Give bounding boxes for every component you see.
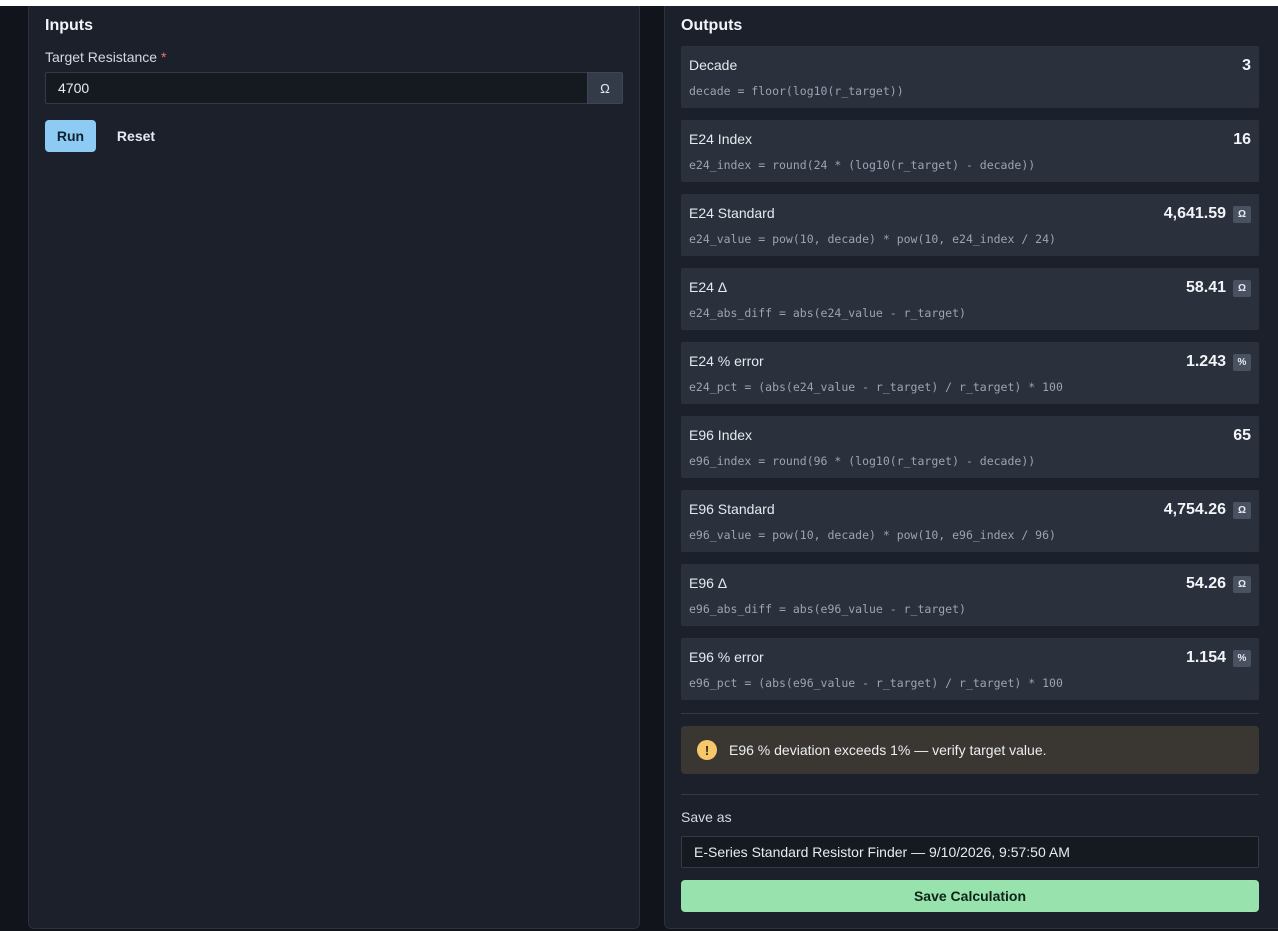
run-button[interactable]: Run <box>45 120 96 152</box>
output-value-group: 16 <box>1233 131 1251 149</box>
output-formula: e24_index = round(24 * (log10(r_target) … <box>689 158 1036 172</box>
output-value: 16 <box>1233 131 1251 148</box>
output-value: 3 <box>1242 57 1251 74</box>
output-e24-index: E24 Index 16 e24_index = round(24 * (log… <box>681 120 1259 182</box>
output-e24-standard: E24 Standard 4,641.59 Ω e24_value = pow(… <box>681 194 1259 256</box>
output-value-group: 1.154 % <box>1186 649 1251 667</box>
output-value-group: 58.41 Ω <box>1186 279 1251 297</box>
target-resistance-input[interactable] <box>45 72 587 104</box>
unit-badge: Ω <box>1233 575 1251 593</box>
output-label: E24 Index <box>689 131 753 147</box>
output-value: 65 <box>1233 427 1251 444</box>
unit-badge: % <box>1233 649 1251 667</box>
output-formula: e24_abs_diff = abs(e24_value - r_target) <box>689 306 966 320</box>
output-value: 1.154 <box>1185 649 1226 666</box>
output-value: 4,641.59 <box>1163 205 1226 222</box>
save-as-label: Save as <box>681 809 732 825</box>
output-e24-percent-error: E24 % error 1.243 % e24_pct = (abs(e24_v… <box>681 342 1259 404</box>
output-decade: Decade 3 decade = floor(log10(r_target)) <box>681 46 1259 108</box>
output-label: E24 Standard <box>689 205 775 221</box>
output-value-group: 54.26 Ω <box>1186 575 1251 593</box>
save-calculation-button[interactable]: Save Calculation <box>681 880 1259 912</box>
output-value: 4,754.26 <box>1163 501 1226 518</box>
ohm-unit-addon: Ω <box>587 72 623 104</box>
output-label: Decade <box>689 57 738 73</box>
warning-banner: ! E96 % deviation exceeds 1% — verify ta… <box>681 726 1259 774</box>
warning-icon: ! <box>697 740 717 760</box>
output-label: E96 % error <box>689 649 764 665</box>
output-formula: e24_value = pow(10, decade) * pow(10, e2… <box>689 232 1056 246</box>
output-value-group: 4,754.26 Ω <box>1164 501 1251 519</box>
output-value: 58.41 <box>1185 279 1226 296</box>
output-label: E96 Standard <box>689 501 775 517</box>
output-formula: e24_pct = (abs(e24_value - r_target) / r… <box>689 380 1063 394</box>
output-label: E96 Δ <box>689 575 728 591</box>
output-label: E24 % error <box>689 353 764 369</box>
divider <box>681 794 1259 795</box>
output-e24-delta: E24 Δ 58.41 Ω e24_abs_diff = abs(e24_val… <box>681 268 1259 330</box>
output-value-group: 4,641.59 Ω <box>1164 205 1251 223</box>
outputs-title: Outputs <box>681 17 743 34</box>
output-formula: e96_pct = (abs(e96_value - r_target) / r… <box>689 676 1063 690</box>
unit-badge: Ω <box>1233 205 1251 223</box>
unit-badge: % <box>1233 353 1251 371</box>
output-value-group: 1.243 % <box>1186 353 1251 371</box>
output-label: E24 Δ <box>689 279 728 295</box>
warning-text: E96 % deviation exceeds 1% — verify targ… <box>729 742 1047 758</box>
output-list: Decade 3 decade = floor(log10(r_target))… <box>681 46 1259 712</box>
output-label: E96 Index <box>689 427 753 443</box>
output-formula: e96_index = round(96 * (log10(r_target) … <box>689 454 1036 468</box>
output-e96-percent-error: E96 % error 1.154 % e96_pct = (abs(e96_v… <box>681 638 1259 700</box>
output-value: 1.243 <box>1185 353 1226 370</box>
output-value: 54.26 <box>1185 575 1226 592</box>
save-as-input[interactable] <box>681 836 1259 868</box>
reset-button[interactable]: Reset <box>108 120 164 152</box>
output-formula: e96_value = pow(10, decade) * pow(10, e9… <box>689 528 1056 542</box>
output-formula: e96_abs_diff = abs(e96_value - r_target) <box>689 602 966 616</box>
output-value-group: 65 <box>1233 427 1251 445</box>
output-e96-index: E96 Index 65 e96_index = round(96 * (log… <box>681 416 1259 478</box>
target-resistance-label-text: Target Resistance <box>45 49 158 65</box>
output-e96-standard: E96 Standard 4,754.26 Ω e96_value = pow(… <box>681 490 1259 552</box>
divider <box>681 713 1259 714</box>
output-formula: decade = floor(log10(r_target)) <box>689 84 904 98</box>
inputs-title: Inputs <box>45 17 93 34</box>
output-value-group: 3 <box>1242 57 1251 75</box>
target-resistance-label: Target Resistance * <box>45 49 166 65</box>
output-e96-delta: E96 Δ 54.26 Ω e96_abs_diff = abs(e96_val… <box>681 564 1259 626</box>
unit-badge: Ω <box>1233 279 1251 297</box>
inputs-panel: Inputs Target Resistance * Ω Run Reset <box>28 6 640 929</box>
target-resistance-field-group: Ω <box>45 72 623 104</box>
outputs-panel: Outputs Decade 3 decade = floor(log10(r_… <box>664 6 1278 929</box>
required-marker: * <box>160 49 167 65</box>
unit-badge: Ω <box>1233 501 1251 519</box>
